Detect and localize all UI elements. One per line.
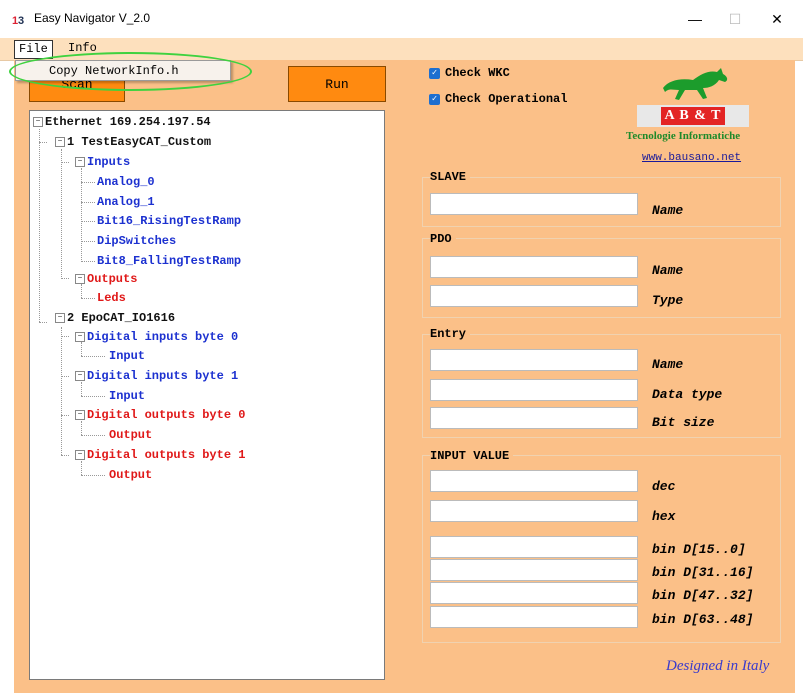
entry-datatype-label: Data type bbox=[652, 387, 723, 402]
collapse-icon[interactable]: − bbox=[75, 331, 85, 342]
tree-slave-2[interactable]: −2 EpoCAT_IO1616 bbox=[55, 310, 175, 326]
tree-item-bit8[interactable]: Bit8_FallingTestRamp bbox=[97, 253, 241, 269]
bin-47-32-label: bin D[47..32] bbox=[652, 588, 754, 603]
minimize-icon: — bbox=[688, 11, 702, 27]
collapse-icon[interactable]: − bbox=[75, 370, 85, 381]
tree-root-label: Ethernet 169.254.197.54 bbox=[45, 115, 211, 129]
entry-group-title: Entry bbox=[430, 327, 471, 341]
dec-field[interactable] bbox=[430, 470, 638, 492]
pdo-type-field[interactable] bbox=[430, 285, 638, 307]
collapse-icon[interactable]: − bbox=[75, 409, 85, 420]
collapse-icon[interactable]: − bbox=[55, 312, 65, 323]
network-tree[interactable]: − Ethernet 169.254.197.54 −1 TestEasyCAT_… bbox=[29, 110, 385, 680]
dec-label: dec bbox=[652, 479, 676, 494]
check-wkc[interactable]: ✓ Check WKC bbox=[429, 66, 510, 80]
tree-item-output[interactable]: Output bbox=[109, 467, 152, 483]
abt-logo: A B & T bbox=[637, 105, 749, 127]
run-button[interactable]: Run bbox=[288, 66, 386, 102]
collapse-icon[interactable]: − bbox=[55, 136, 65, 147]
entry-bitsize-label: Bit size bbox=[652, 415, 715, 430]
tree-digital-outputs-1[interactable]: − Digital outputs byte 1 bbox=[75, 447, 245, 463]
tree-digital-outputs-0[interactable]: − Digital outputs byte 0 bbox=[75, 407, 245, 423]
hex-field[interactable] bbox=[430, 500, 638, 522]
entry-name-label: Name bbox=[652, 357, 684, 372]
collapse-icon[interactable]: − bbox=[75, 156, 85, 167]
maximize-button[interactable]: ☐ bbox=[720, 6, 750, 32]
pdo-name-field[interactable] bbox=[430, 256, 638, 278]
close-button[interactable]: ✕ bbox=[762, 6, 792, 32]
pdo-name-label: Name bbox=[652, 263, 684, 278]
designed-in-italy: Designed in Italy bbox=[666, 658, 770, 674]
entry-name-field[interactable] bbox=[430, 349, 638, 371]
tree-outputs[interactable]: − Outputs bbox=[75, 271, 137, 287]
tree-item-leds[interactable]: Leds bbox=[97, 290, 126, 306]
close-icon: ✕ bbox=[771, 10, 783, 27]
tree-inputs[interactable]: − Inputs bbox=[75, 154, 130, 170]
entry-datatype-field[interactable] bbox=[430, 379, 638, 401]
highlight-ellipse bbox=[9, 52, 252, 91]
checkbox-checked-icon[interactable]: ✓ bbox=[429, 67, 440, 79]
maximize-icon: ☐ bbox=[728, 10, 742, 27]
checkbox-checked-icon[interactable]: ✓ bbox=[429, 93, 440, 105]
tree-item-dipswitches[interactable]: DipSwitches bbox=[97, 233, 176, 249]
menu-file[interactable]: File bbox=[14, 40, 53, 59]
bin-63-48-field[interactable] bbox=[430, 606, 638, 628]
pdo-group-title: PDO bbox=[430, 232, 456, 246]
logo-tagline: Tecnologie Informatiche bbox=[626, 130, 741, 142]
check-operational-label: Check Operational bbox=[445, 92, 568, 106]
title-bar: 1 3 Easy Navigator V_2.0 — ☐ ✕ bbox=[0, 0, 803, 38]
tree-outputs-label: Outputs bbox=[87, 272, 138, 286]
bin-31-16-label: bin D[31..16] bbox=[652, 565, 754, 580]
tree-slave-1-label: 1 TestEasyCAT_Custom bbox=[67, 135, 212, 149]
bin-15-0-field[interactable] bbox=[430, 536, 638, 558]
tree-item-analog-1[interactable]: Analog_1 bbox=[97, 194, 155, 210]
svg-text:3: 3 bbox=[18, 15, 24, 26]
tree-slave-1[interactable]: −1 TestEasyCAT_Custom bbox=[55, 134, 211, 150]
bin-15-0-label: bin D[15..0] bbox=[652, 542, 746, 557]
input-value-group-title: INPUT VALUE bbox=[430, 449, 514, 463]
tree-item-input[interactable]: Input bbox=[109, 388, 145, 404]
website-link[interactable]: www.bausano.net bbox=[642, 152, 741, 164]
tree-slave-2-label: 2 EpoCAT_IO1616 bbox=[67, 311, 176, 325]
minimize-button[interactable]: — bbox=[680, 6, 710, 32]
tree-group-label: Digital outputs byte 1 bbox=[87, 448, 246, 462]
bin-63-48-label: bin D[63..48] bbox=[652, 612, 754, 627]
collapse-icon[interactable]: − bbox=[75, 273, 85, 284]
collapse-icon[interactable]: − bbox=[75, 449, 85, 460]
pdo-type-label: Type bbox=[652, 293, 684, 308]
app-icon: 1 3 bbox=[12, 12, 28, 26]
bin-31-16-field[interactable] bbox=[430, 559, 638, 581]
check-operational[interactable]: ✓ Check Operational bbox=[429, 92, 567, 106]
check-wkc-label: Check WKC bbox=[445, 66, 510, 80]
collapse-icon[interactable]: − bbox=[33, 116, 43, 127]
window-title: Easy Navigator V_2.0 bbox=[34, 11, 151, 25]
tree-digital-inputs-0[interactable]: − Digital inputs byte 0 bbox=[75, 329, 238, 345]
slave-group-title: SLAVE bbox=[430, 170, 471, 184]
hex-label: hex bbox=[652, 509, 676, 524]
horse-icon bbox=[663, 68, 728, 100]
tree-item-analog-0[interactable]: Analog_0 bbox=[97, 174, 155, 190]
entry-bitsize-field[interactable] bbox=[430, 407, 638, 429]
tree-group-label: Digital inputs byte 0 bbox=[87, 330, 239, 344]
slave-name-label: Name bbox=[652, 203, 684, 218]
run-label: Run bbox=[325, 76, 349, 92]
tree-item-bit16[interactable]: Bit16_RisingTestRamp bbox=[97, 213, 241, 229]
tree-inputs-label: Inputs bbox=[87, 155, 131, 169]
slave-name-field[interactable] bbox=[430, 193, 638, 215]
tree-root[interactable]: − Ethernet 169.254.197.54 bbox=[33, 114, 211, 130]
logo-letters: A B & T bbox=[660, 107, 726, 125]
tree-item-output[interactable]: Output bbox=[109, 427, 152, 443]
tree-item-input[interactable]: Input bbox=[109, 348, 145, 364]
tree-group-label: Digital inputs byte 1 bbox=[87, 369, 239, 383]
bin-47-32-field[interactable] bbox=[430, 582, 638, 604]
tree-digital-inputs-1[interactable]: − Digital inputs byte 1 bbox=[75, 368, 238, 384]
tree-group-label: Digital outputs byte 0 bbox=[87, 408, 246, 422]
